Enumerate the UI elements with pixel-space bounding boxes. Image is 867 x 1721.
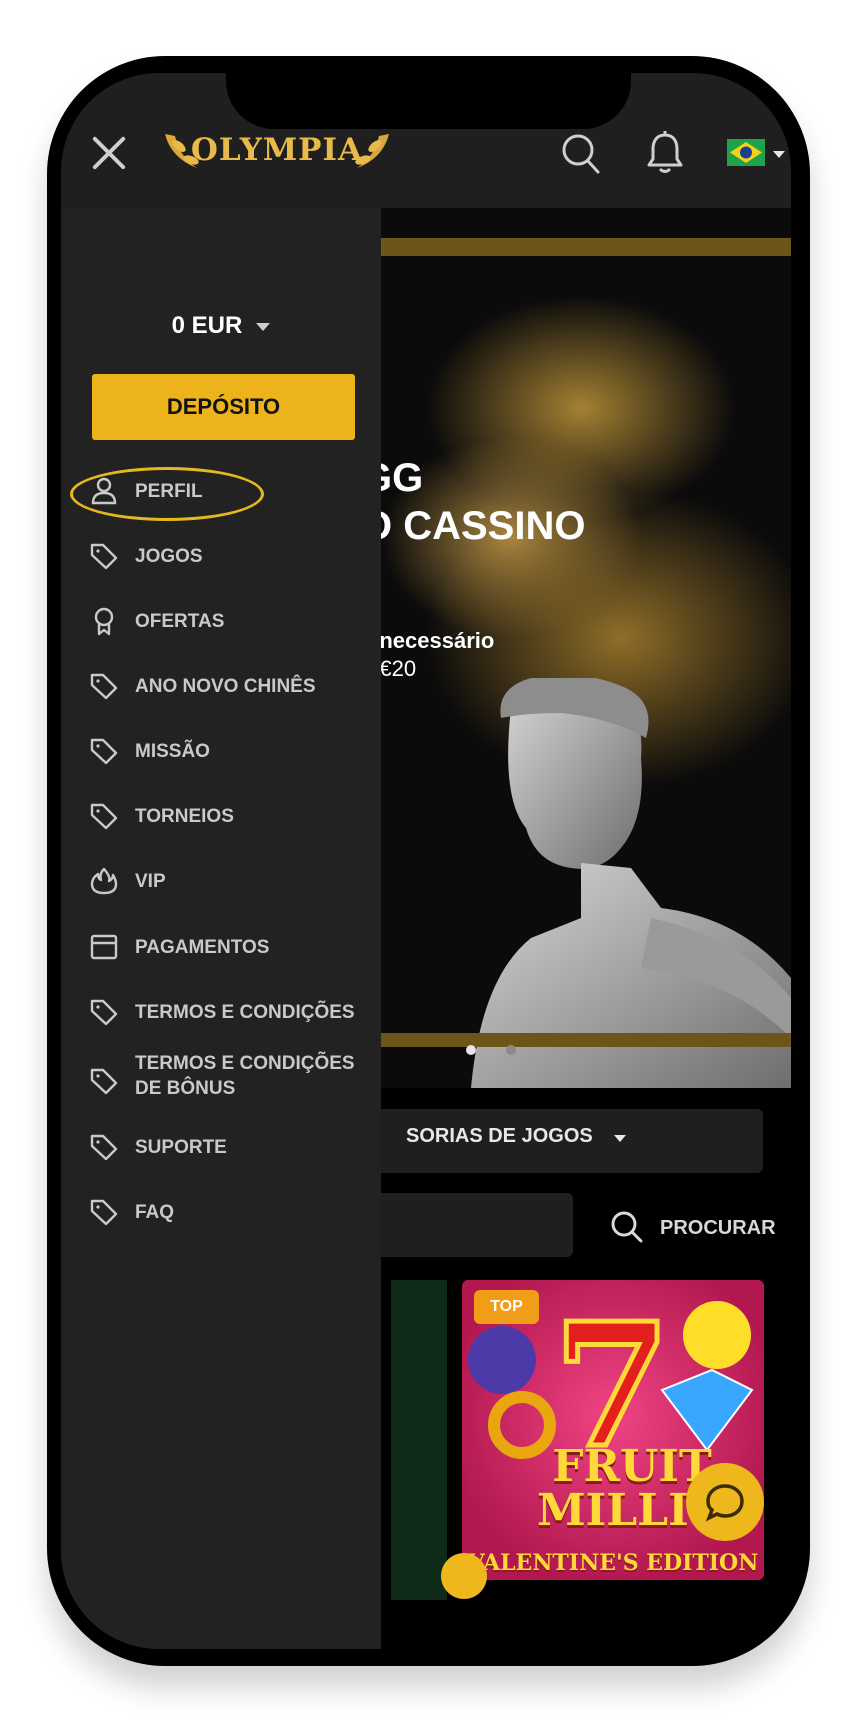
tag-icon [90,1134,118,1161]
menu-item-label-line2: DE BÔNUS [135,1078,236,1099]
menu-item-label: OFERTAS [135,611,225,632]
menu-item-suporte[interactable]: SUPORTE [61,1126,381,1170]
menu-item-vip[interactable]: VIP [61,860,381,904]
chevron-down-icon [614,1135,626,1142]
menu-item-missao[interactable]: MISSÃO [61,730,381,774]
phone-notch [226,73,631,129]
menu-item-label: JOGOS [135,546,203,567]
carousel-dot-active[interactable] [466,1045,476,1055]
menu-item-jogos[interactable]: JOGOS [61,535,381,579]
chevron-down-icon[interactable] [773,151,785,158]
deposit-button[interactable]: DEPÓSITO [92,374,355,440]
card-icon [90,934,118,960]
brazil-flag-icon[interactable] [727,139,765,166]
tag-icon [90,999,118,1026]
tag-icon [90,673,118,700]
wallet-button[interactable] [441,1553,487,1599]
search-icon [611,1211,643,1243]
banner-frame-bottom [381,1033,791,1047]
balance-selector[interactable]: 0 EUR [61,312,381,340]
menu-item-termos-condicoes[interactable]: TERMOS E CONDIÇÕES [61,991,381,1035]
menu-item-torneios[interactable]: TORNEIOS [61,795,381,839]
game-categories-label: SORIAS DE JOGOS [406,1125,593,1147]
banner-frame-top [381,238,791,256]
menu-item-termos-bonus[interactable]: TERMOS E CONDIÇÕES DE BÔNUS [61,1053,381,1111]
menu-item-label: TERMOS E CONDIÇÕES [135,1053,355,1074]
tag-icon [90,1199,118,1226]
tag-icon [90,803,118,830]
top-badge: TOP [474,1290,539,1324]
menu-item-label: ANO NOVO CHINÊS [135,676,316,697]
search-button[interactable]: PROCURAR [660,1217,776,1240]
game-card-partial[interactable] [391,1280,447,1600]
menu-item-label: FAQ [135,1202,175,1223]
menu-item-label: TERMOS E CONDIÇÕES [135,1002,355,1023]
chevron-down-icon [256,322,271,331]
menu-item-label: SUPORTE [135,1137,227,1158]
carousel-dot[interactable] [506,1045,516,1055]
menu-item-ofertas[interactable]: OFERTAS [61,600,381,644]
logo-text: OLYMPIA [190,132,364,168]
game-search-input[interactable] [361,1193,573,1257]
olympia-logo[interactable]: OLYMPIA [157,128,397,178]
menu-item-pagamentos[interactable]: PAGAMENTOS [61,926,381,970]
menu-item-faq[interactable]: FAQ [61,1191,381,1235]
tag-icon [90,738,118,765]
tag-icon [90,1068,118,1095]
close-icon[interactable] [91,135,127,171]
menu-item-ano-novo-chines[interactable]: ANO NOVO CHINÊS [61,665,381,709]
menu-item-label: PAGAMENTOS [135,937,270,958]
chat-button[interactable] [686,1463,764,1541]
banner-title-line2: O CASSINO [361,504,586,548]
balance-amount: 0 EUR [171,312,243,339]
perfil-highlight-ring [70,467,264,521]
menu-item-label: VIP [135,871,166,892]
side-menu: 0 EUR DEPÓSITO PERFIL JOGOS OFERTAS ANO … [61,208,381,1649]
menu-item-label: MISSÃO [135,741,210,762]
chat-bubble-icon [705,1484,744,1522]
flame-icon [90,867,118,895]
bell-icon[interactable] [645,131,685,175]
phone-screen: GG O CASSINO é necessário e €20 SORIAS D… [61,73,791,1649]
menu-item-label: TORNEIOS [135,806,234,827]
search-icon[interactable] [561,133,601,175]
game-subtitle: VALENTINE'S EDITION [467,1550,759,1576]
statue-image [471,678,791,1088]
tag-icon [90,543,118,570]
award-icon [94,607,114,636]
